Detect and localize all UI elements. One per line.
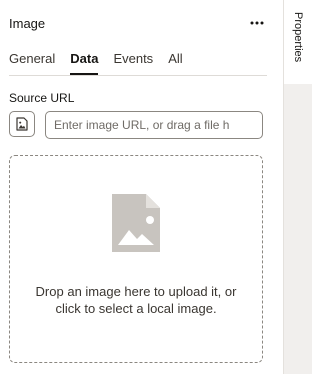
properties-panel: Image General Data Events All Source URL [0,0,283,374]
select-file-button[interactable] [9,111,35,137]
image-file-icon [16,117,28,131]
tabs-divider [9,75,267,76]
right-rail: Properties [283,0,312,374]
tab-general[interactable]: General [9,48,55,73]
more-options-button[interactable] [247,15,267,31]
tab-data[interactable]: Data [70,48,99,75]
source-url-row [9,111,263,139]
image-url-input[interactable] [45,111,263,139]
image-dropzone[interactable]: Drop an image here to upload it, or clic… [9,155,263,363]
properties-inspector: Image General Data Events All Source URL [0,0,312,374]
image-placeholder-icon [112,194,160,252]
tab-all[interactable]: All [168,48,182,73]
rail-tab-label: Properties [292,12,304,63]
more-horizontal-icon [250,21,264,25]
rail-tab-properties[interactable]: Properties [284,0,312,84]
tab-bar: General Data Events All [9,48,198,75]
panel-header: Image [9,15,267,33]
source-url-label: Source URL [9,91,75,105]
tab-events[interactable]: Events [113,48,153,73]
dropzone-instructions: Drop an image here to upload it, or clic… [35,284,237,316]
panel-title: Image [9,16,46,31]
